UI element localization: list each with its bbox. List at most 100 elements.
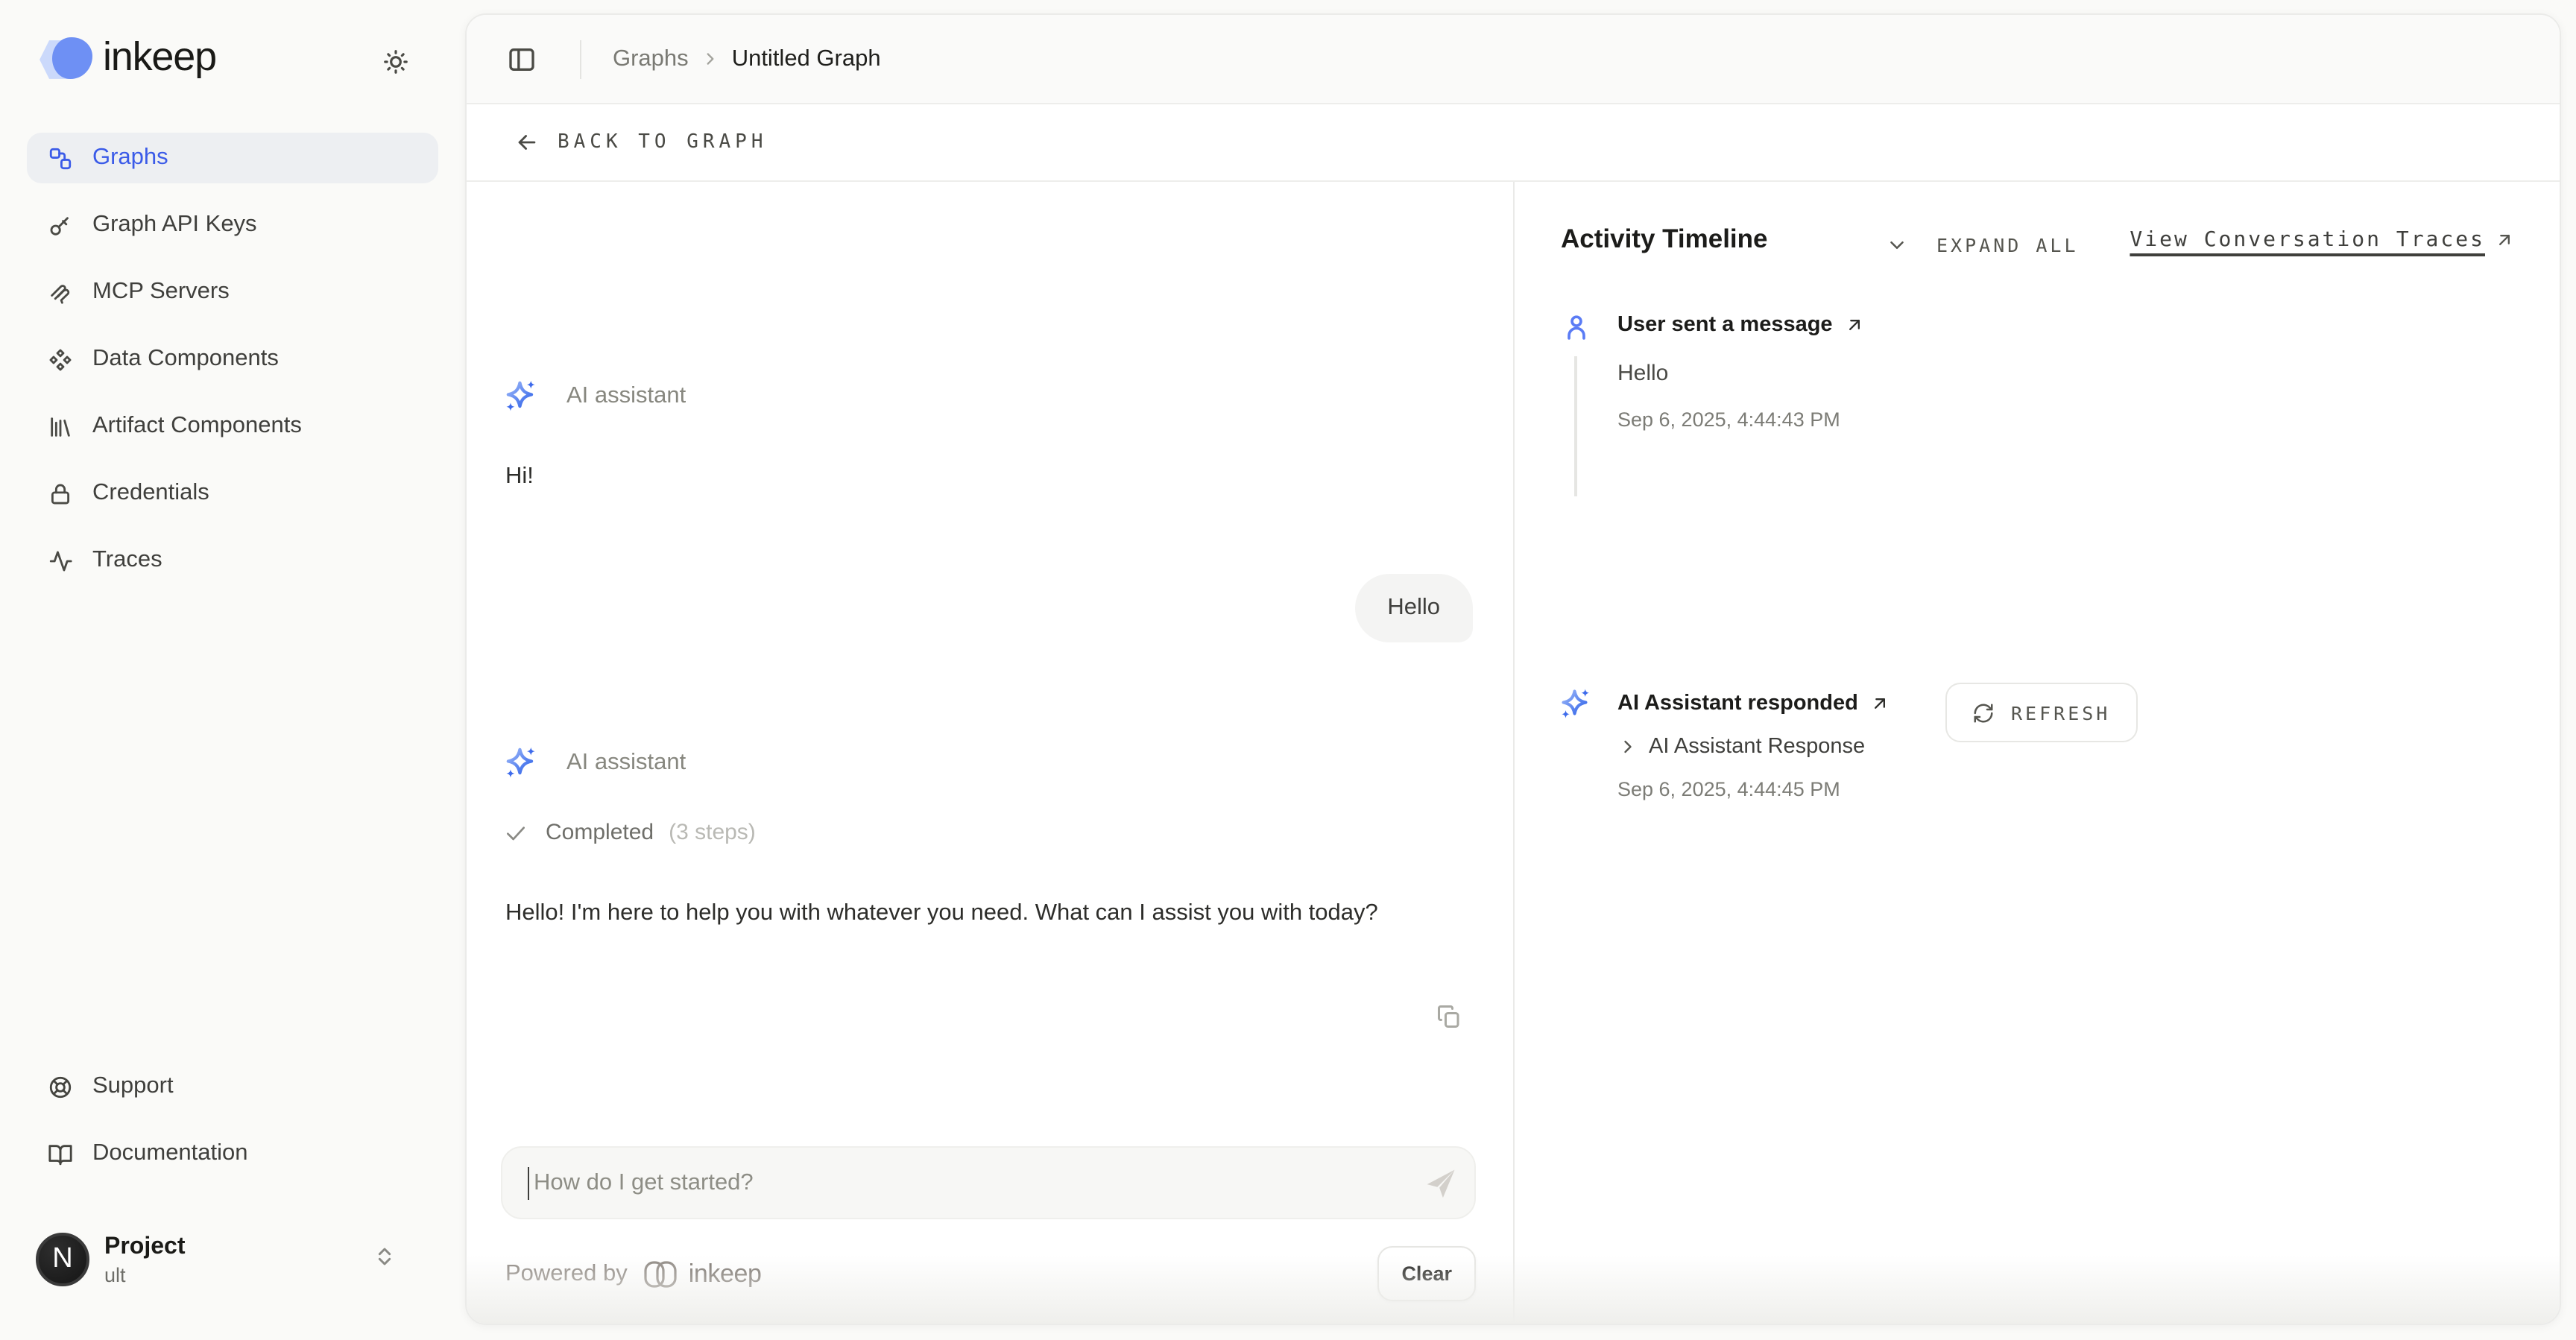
project-subname: ult: [104, 1262, 186, 1287]
powered-by-text: Powered by: [505, 1261, 628, 1288]
chevron-down-icon[interactable]: [1886, 234, 1908, 256]
copy-icon: [1436, 1003, 1462, 1030]
sidebar: inkeep Graphs Graph API Keys: [0, 0, 465, 1340]
app-logo[interactable]: inkeep: [39, 33, 426, 86]
timeline-event-link[interactable]: User sent a message: [1617, 313, 1866, 337]
sidebar-item-label: Data Components: [92, 346, 279, 373]
breadcrumb-current: Untitled Graph: [732, 45, 881, 72]
view-conversation-traces-link[interactable]: View Conversation Traces: [2130, 228, 2515, 252]
timeline-title: Activity Timeline: [1561, 224, 1768, 255]
mcp-icon: [48, 279, 73, 305]
arrow-up-right-icon: [1845, 315, 1866, 335]
check-icon: [504, 821, 528, 844]
sidebar-item-label: Support: [92, 1073, 174, 1100]
chat-message-input[interactable]: [528, 1166, 1406, 1199]
event-timestamp: Sep 6, 2025, 4:44:45 PM: [1617, 778, 1840, 800]
clear-label: Clear: [1401, 1262, 1452, 1285]
assistant-label: AI assistant: [566, 749, 686, 776]
assistant-label: AI assistant: [566, 382, 686, 409]
sidebar-item-mcp-servers[interactable]: MCP Servers: [27, 267, 438, 317]
view-traces-label: View Conversation Traces: [2130, 228, 2485, 252]
life-buoy-icon: [48, 1074, 73, 1099]
lock-icon: [48, 481, 73, 506]
timeline-connector: [1574, 356, 1576, 496]
powered-by[interactable]: Powered by inkeep: [505, 1258, 762, 1291]
divider: [580, 39, 581, 78]
status-steps: (3 steps): [669, 820, 756, 845]
event-title: AI Assistant responded: [1617, 692, 1858, 715]
event-body: AI Assistant Response: [1649, 735, 1865, 759]
timeline-event-link[interactable]: AI Assistant responded: [1617, 692, 1891, 715]
send-icon: [1421, 1163, 1459, 1202]
breadcrumb-graphs-link[interactable]: Graphs: [613, 45, 689, 72]
arrow-left-icon: [514, 130, 540, 155]
sidebar-item-label: Documentation: [92, 1140, 248, 1167]
sidebar-item-documentation[interactable]: Documentation: [27, 1128, 438, 1179]
sidebar-item-graph-api-keys[interactable]: Graph API Keys: [27, 200, 438, 250]
sidebar-item-label: MCP Servers: [92, 279, 230, 306]
event-timestamp: Sep 6, 2025, 4:44:43 PM: [1617, 408, 1840, 431]
assistant-message-header: AI assistant: [502, 744, 686, 781]
breadcrumb: Graphs Untitled Graph: [613, 45, 881, 72]
app-name: inkeep: [103, 34, 216, 80]
sidebar-item-traces[interactable]: Traces: [27, 535, 438, 586]
panel-left-icon: [507, 44, 537, 74]
sidebar-item-label: Graph API Keys: [92, 212, 257, 238]
key-icon: [48, 212, 73, 238]
assistant-response-expander[interactable]: AI Assistant Response: [1617, 735, 1865, 759]
back-bar: BACK TO GRAPH: [467, 104, 2560, 182]
powered-brand: inkeep: [689, 1260, 762, 1289]
sidebar-item-label: Credentials: [92, 480, 209, 507]
nextjs-avatar-badge[interactable]: N: [36, 1233, 89, 1286]
sun-icon: [381, 47, 409, 75]
sidebar-item-support[interactable]: Support: [27, 1061, 438, 1112]
status-text: Completed: [546, 820, 654, 845]
send-button[interactable]: [1406, 1148, 1474, 1217]
sidebar-item-credentials[interactable]: Credentials: [27, 468, 438, 519]
refresh-button[interactable]: REFRESH: [1945, 683, 2137, 742]
workflow-icon: [48, 145, 73, 171]
assistant-message: Hi!: [505, 464, 534, 490]
refresh-icon: [1972, 701, 1995, 724]
sidebar-item-data-components[interactable]: Data Components: [27, 334, 438, 385]
sidebar-item-label: Artifact Components: [92, 413, 302, 440]
chevron-right-icon: [1617, 736, 1638, 757]
chevron-right-icon: [701, 49, 720, 69]
theme-toggle-button[interactable]: [373, 39, 417, 83]
sidebar-nav: Graphs Graph API Keys MCP Servers Data C…: [27, 133, 438, 602]
chat-input-container: [501, 1146, 1476, 1219]
back-to-graph-button[interactable]: BACK TO GRAPH: [514, 130, 768, 155]
copy-button[interactable]: [1430, 997, 1468, 1036]
sidebar-item-artifact-components[interactable]: Artifact Components: [27, 401, 438, 452]
sparkles-icon: [502, 744, 540, 781]
inkeep-logo-icon: [39, 37, 92, 83]
arrow-up-right-icon: [1870, 693, 1891, 714]
event-title: User sent a message: [1617, 313, 1833, 337]
component-icon: [48, 347, 73, 372]
event-body: Hello: [1617, 361, 1668, 386]
project-name: Project: [104, 1232, 186, 1262]
user-icon: [1561, 312, 1592, 343]
breadcrumb-bar: Graphs Untitled Graph: [467, 15, 2560, 104]
inkeep-outline-icon: [643, 1258, 678, 1291]
back-to-graph-label: BACK TO GRAPH: [558, 131, 768, 154]
project-selector[interactable]: N Project ult: [27, 1219, 438, 1300]
expand-all-button[interactable]: EXPAND ALL: [1936, 234, 2079, 256]
refresh-label: REFRESH: [2011, 701, 2110, 724]
sidebar-item-graphs[interactable]: Graphs: [27, 133, 438, 183]
user-message-bubble: Hello: [1354, 574, 1473, 642]
main-card: Graphs Untitled Graph BACK TO GRAPH: [465, 13, 2561, 1325]
assistant-message: Hello! I'm here to help you with whateve…: [505, 893, 1378, 933]
arrow-up-right-icon: [2494, 230, 2515, 250]
sidebar-item-label: Traces: [92, 547, 162, 574]
project-text: Project ult: [104, 1232, 186, 1287]
sidebar-item-label: Graphs: [92, 145, 168, 171]
library-icon: [48, 414, 73, 439]
sidebar-toggle-button[interactable]: [499, 37, 544, 81]
assistant-message-header: AI assistant: [502, 377, 686, 414]
activity-icon: [48, 548, 73, 573]
sparkles-icon: [502, 377, 540, 414]
clear-button[interactable]: Clear: [1377, 1246, 1476, 1301]
activity-timeline-panel: Activity Timeline EXPAND ALL View Conver…: [1515, 182, 2560, 1324]
completion-status[interactable]: Completed (3 steps): [504, 820, 756, 845]
